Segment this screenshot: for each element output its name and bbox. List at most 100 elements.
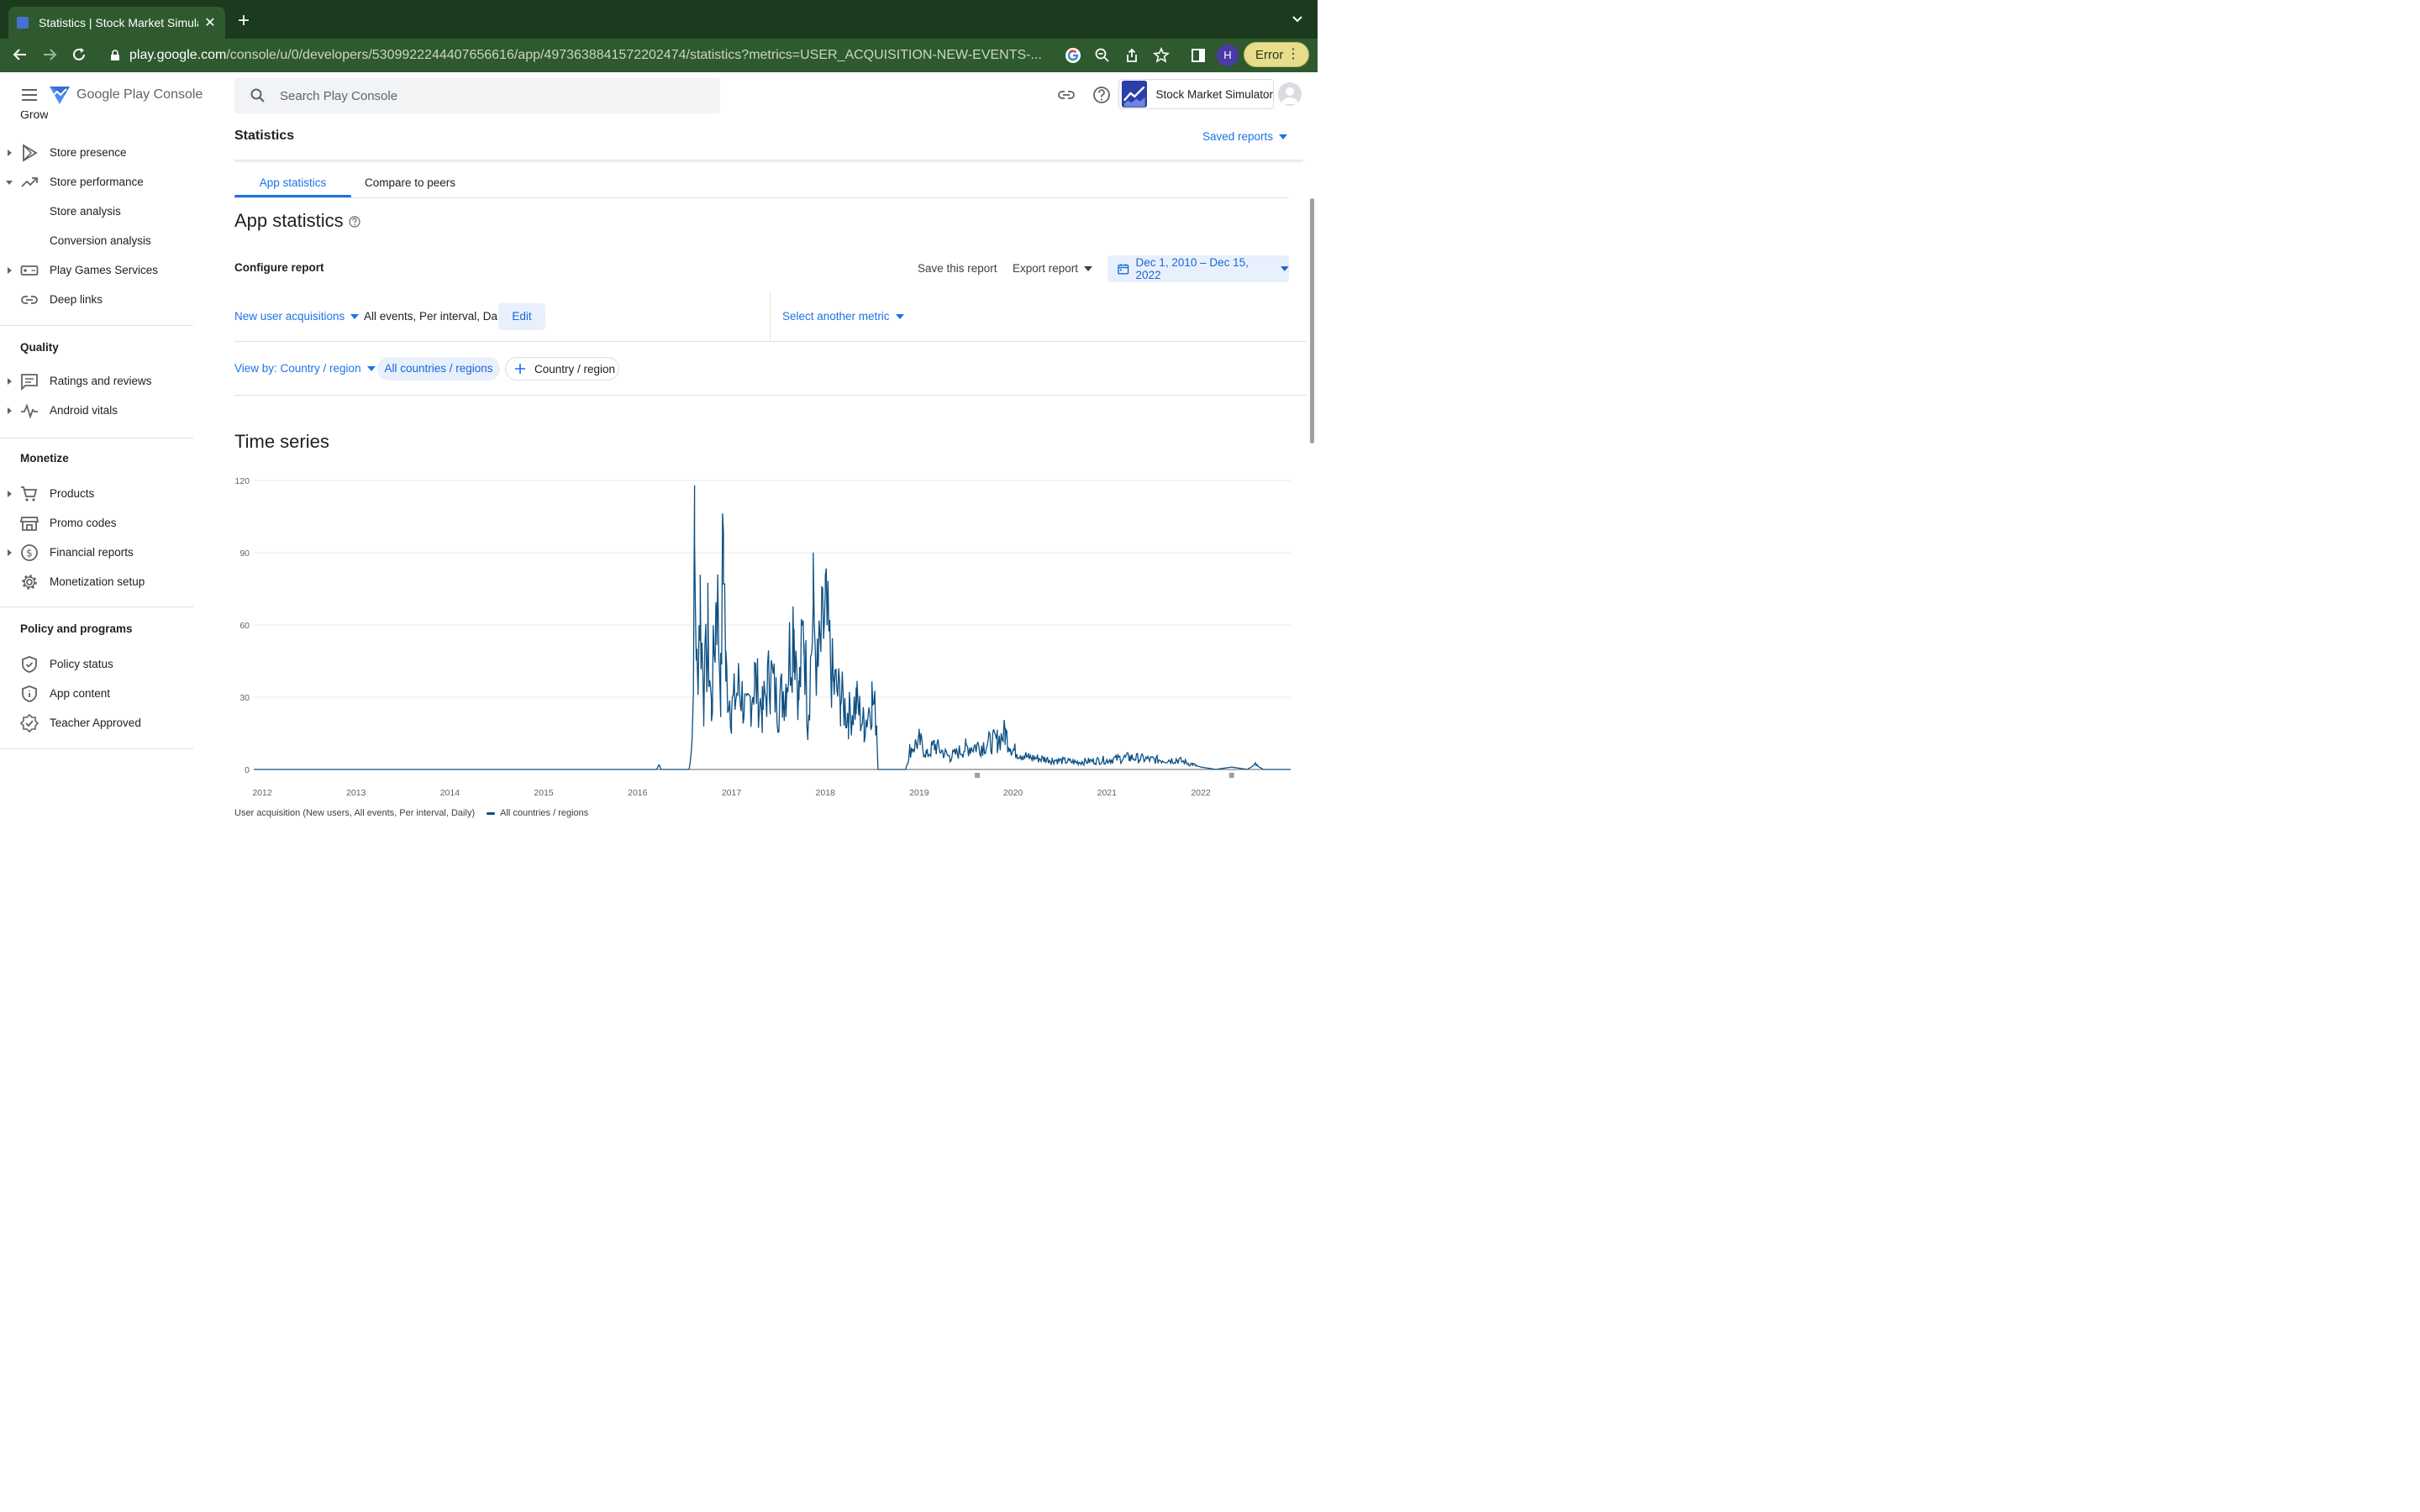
- sidebar-item-products[interactable]: Products: [0, 479, 195, 508]
- configure-report-label: Configure report: [234, 261, 324, 274]
- browser-tab[interactable]: Statistics | Stock Market Simula ✕: [8, 7, 225, 39]
- url-domain: play.google.com: [129, 48, 227, 62]
- search-bar[interactable]: Search Play Console: [234, 78, 720, 113]
- back-icon[interactable]: [11, 46, 29, 65]
- y-tick-label: 0: [245, 765, 250, 775]
- edit-metric-button[interactable]: Edit: [498, 303, 545, 330]
- url-text: play.google.com/console/u/0/developers/5…: [129, 48, 1042, 63]
- profile-avatar[interactable]: H: [1217, 45, 1239, 66]
- app-icon: [1122, 81, 1148, 108]
- annotation-marker: [975, 773, 981, 778]
- sidebar-item-label: Deep links: [50, 293, 103, 306]
- calendar-icon: [1118, 264, 1129, 275]
- legend-swatch: [487, 811, 496, 815]
- sidebar-item-label: Conversion analysis: [50, 234, 151, 247]
- address-bar[interactable]: play.google.com/console/u/0/developers/5…: [99, 43, 1091, 68]
- search-input[interactable]: Search Play Console: [280, 89, 397, 103]
- sidebar-item-label: Policy status: [50, 658, 113, 670]
- tab-compare-to-peers[interactable]: Compare to peers: [355, 168, 466, 198]
- sidebar-item-conversion-analysis[interactable]: Conversion analysis: [0, 226, 195, 255]
- gamepad-icon: [20, 265, 39, 276]
- brand-name: Google Play Console: [76, 87, 203, 102]
- vertical-divider: [770, 292, 771, 341]
- plus-icon: [515, 364, 525, 374]
- saved-reports-button[interactable]: Saved reports: [1202, 130, 1288, 143]
- tab-app-statistics[interactable]: App statistics: [234, 168, 351, 198]
- expand-arrow-icon[interactable]: [6, 549, 13, 556]
- expand-arrow-icon[interactable]: [6, 266, 13, 274]
- sidebar-item-app-content[interactable]: App content: [0, 679, 195, 708]
- save-report-button[interactable]: Save this report: [918, 262, 997, 275]
- divider: [234, 395, 1307, 396]
- collapse-arrow-icon[interactable]: [6, 179, 13, 186]
- caret-down-icon: [350, 313, 360, 319]
- x-tick-label: 2019: [909, 788, 929, 798]
- divider: [0, 748, 193, 749]
- chevron-down-icon[interactable]: [1292, 14, 1302, 24]
- view-by-label: View by: Country / region: [234, 362, 361, 375]
- side-panel-icon[interactable]: [1190, 47, 1207, 64]
- sidebar-item-deep-links[interactable]: Deep links: [0, 285, 195, 314]
- close-icon[interactable]: ✕: [203, 14, 217, 31]
- sidebar-item-store-analysis[interactable]: Store analysis: [0, 197, 195, 226]
- divider: [234, 341, 1307, 342]
- caret-down-icon: [895, 313, 904, 319]
- select-another-metric-button[interactable]: Select another metric: [782, 310, 904, 323]
- new-tab-icon[interactable]: +: [238, 10, 250, 32]
- menu-icon[interactable]: [22, 89, 37, 101]
- date-range-picker[interactable]: Dec 1, 2010 – Dec 15, 2022: [1107, 255, 1289, 282]
- expand-arrow-icon[interactable]: [6, 407, 13, 414]
- add-filter-chip[interactable]: Country / region: [505, 357, 619, 381]
- sidebar-item-monetization-setup[interactable]: Monetization setup: [0, 567, 195, 596]
- help-icon[interactable]: [1092, 86, 1111, 104]
- sidebar-item-policy-status[interactable]: Policy status: [0, 649, 195, 679]
- favicon-icon: [17, 17, 29, 29]
- link-icon[interactable]: [1057, 86, 1076, 104]
- forward-icon[interactable]: [40, 46, 59, 65]
- error-button[interactable]: Error ⋮: [1244, 42, 1309, 67]
- help-icon[interactable]: [349, 216, 360, 228]
- time-series-title: Time series: [234, 431, 329, 452]
- section-title-monetize: Monetize: [20, 452, 69, 465]
- badge-icon: [20, 713, 39, 732]
- play-console-logo: [50, 87, 70, 104]
- view-by-selector[interactable]: View by: Country / region: [234, 362, 376, 375]
- sidebar-item-android-vitals[interactable]: Android vitals: [0, 396, 195, 425]
- x-tick-label: 2020: [1003, 788, 1023, 798]
- sidebar-item-store-performance[interactable]: Store performance: [0, 167, 195, 197]
- account-avatar[interactable]: [1278, 82, 1302, 106]
- expand-arrow-icon[interactable]: [6, 377, 13, 385]
- sidebar-item-label: Ratings and reviews: [50, 375, 152, 387]
- sidebar-item-teacher-approved[interactable]: Teacher Approved: [0, 708, 195, 738]
- sidebar-item-financial-reports[interactable]: $ Financial reports: [0, 538, 195, 567]
- sidebar-item-label: App content: [50, 687, 111, 700]
- app-selector[interactable]: Stock Market Simulator: [1118, 79, 1274, 109]
- y-tick-label: 90: [239, 549, 250, 559]
- section-title-text: App statistics: [234, 210, 344, 231]
- zoom-icon[interactable]: [1094, 47, 1111, 64]
- export-report-button[interactable]: Export report: [1013, 262, 1093, 275]
- bookmark-star-icon[interactable]: [1153, 47, 1170, 64]
- scrollbar[interactable]: [1310, 198, 1314, 444]
- sidebar-item-ratings-reviews[interactable]: Ratings and reviews: [0, 366, 195, 396]
- sidebar-item-store-presence[interactable]: Store presence: [0, 138, 195, 167]
- expand-arrow-icon[interactable]: [6, 490, 13, 497]
- time-series-chart: 120 90 60 30 0 2012 2013 2014 2015 2016 2017 2018 20…: [234, 476, 1291, 798]
- sidebar-item-promo-codes[interactable]: Promo codes: [0, 508, 195, 538]
- legend-metric: User acquisition (New users, All events,…: [234, 808, 476, 818]
- filter-chip-all-countries[interactable]: All countries / regions: [377, 357, 500, 381]
- reload-icon[interactable]: [70, 46, 88, 65]
- sidebar-item-label: Promo codes: [50, 517, 117, 529]
- sidebar-item-label: Play Games Services: [50, 264, 159, 276]
- metric-selector[interactable]: New user acquisitions: [234, 310, 360, 323]
- divider: [0, 606, 193, 607]
- share-icon[interactable]: [1123, 47, 1140, 64]
- export-report-label: Export report: [1013, 262, 1079, 275]
- sidebar: Google Play Console Grow Store presence …: [0, 72, 203, 823]
- add-filter-label: Country / region: [534, 362, 616, 375]
- series-line: [254, 485, 1291, 770]
- saved-reports-label: Saved reports: [1202, 130, 1274, 143]
- expand-arrow-icon[interactable]: [6, 149, 13, 156]
- sidebar-item-play-games-services[interactable]: Play Games Services: [0, 255, 195, 285]
- google-icon[interactable]: [1065, 47, 1081, 64]
